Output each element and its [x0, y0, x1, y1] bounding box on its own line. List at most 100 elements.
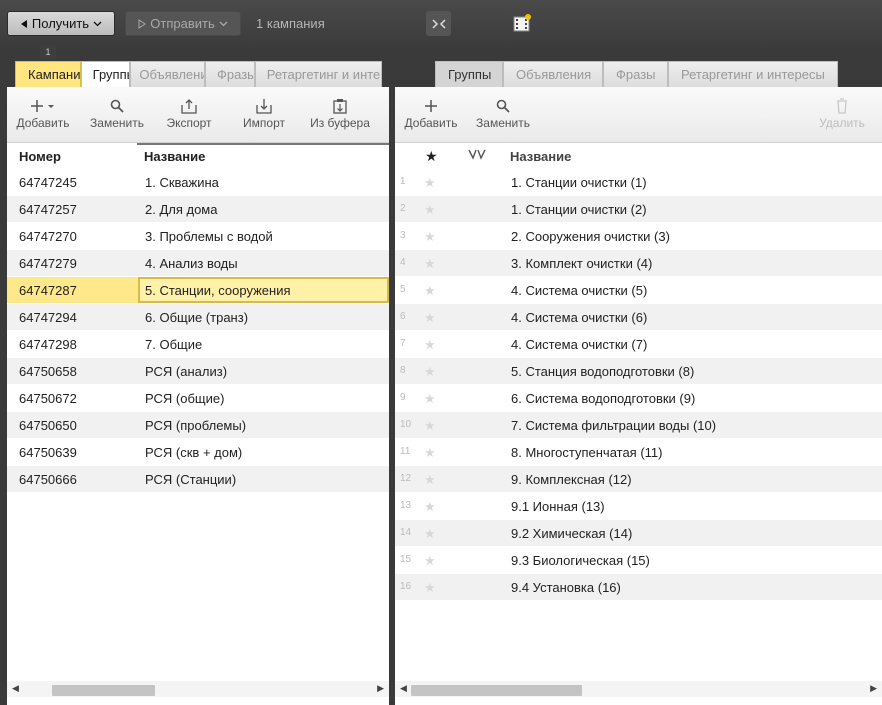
- star-icon[interactable]: ★: [424, 526, 436, 542]
- get-button[interactable]: Получить: [7, 11, 115, 36]
- right-horizontal-scrollbar[interactable]: ◀ ▶: [395, 681, 882, 697]
- campaign-number: 64747294: [19, 310, 77, 325]
- chevron-down-icon: [219, 21, 228, 26]
- table-row[interactable]: 8 ★ 5. Станция водоподготовки (8): [395, 358, 882, 385]
- star-icon[interactable]: ★: [424, 580, 436, 596]
- table-row[interactable]: 4 ★ 3. Комплект очистки (4): [395, 250, 882, 277]
- star-icon[interactable]: ★: [424, 310, 436, 326]
- replace-label: Заменить: [90, 116, 144, 130]
- star-icon[interactable]: ★: [424, 364, 436, 380]
- campaign-name: 1. Скважина: [145, 175, 219, 190]
- scroll-left-icon[interactable]: ◀: [12, 683, 19, 694]
- tab-phrases[interactable]: Фразы: [205, 61, 255, 88]
- campaign-number: 64747257: [19, 202, 77, 217]
- upload-arrow-icon: [138, 18, 147, 29]
- table-row[interactable]: 1 ★ 1. Станции очистки (1): [395, 169, 882, 196]
- scroll-right-icon[interactable]: ▶: [870, 683, 877, 694]
- groups-panel: Добавить Заменить Удалить ★ Название 1 ★ 1…: [395, 87, 882, 705]
- table-row[interactable]: 64750658 РСЯ (анализ): [7, 358, 389, 385]
- table-row[interactable]: 64750650 РСЯ (проблемы): [7, 412, 389, 439]
- table-row[interactable]: 64750672 РСЯ (общие): [7, 385, 389, 412]
- table-row[interactable]: 7 ★ 4. Система очистки (7): [395, 331, 882, 358]
- star-icon[interactable]: ★: [424, 202, 436, 218]
- status-column-icon[interactable]: [468, 148, 486, 163]
- row-number: 4: [400, 257, 406, 268]
- campaign-name: 6. Общие (транз): [145, 310, 249, 325]
- star-icon[interactable]: ★: [424, 283, 436, 299]
- tab-groups[interactable]: Группы: [80, 61, 131, 88]
- star-icon[interactable]: ★: [424, 445, 436, 461]
- tab-ads[interactable]: Объявления: [503, 61, 603, 88]
- group-name: 3. Комплект очистки (4): [511, 256, 653, 271]
- replace-button[interactable]: Заменить: [89, 97, 145, 130]
- scroll-thumb[interactable]: [52, 685, 155, 696]
- export-button[interactable]: Экспорт: [163, 97, 215, 130]
- tab-campaigns[interactable]: Кампании: [15, 61, 81, 88]
- tab-groups[interactable]: Группы: [435, 61, 503, 88]
- table-row[interactable]: 3 ★ 2. Сооружения очистки (3): [395, 223, 882, 250]
- col-name-header[interactable]: Название: [510, 149, 571, 164]
- table-row[interactable]: 11 ★ 8. Многоступенчатая (11): [395, 439, 882, 466]
- table-row[interactable]: 15 ★ 9.3 Биологическая (15): [395, 547, 882, 574]
- star-icon[interactable]: ★: [424, 472, 436, 488]
- row-number: 2: [400, 203, 406, 214]
- film-icon[interactable]: [512, 13, 532, 33]
- left-actions-toolbar: Добавить Заменить Экспорт Импорт Из буфе…: [7, 87, 389, 143]
- star-icon[interactable]: ★: [424, 553, 436, 569]
- table-row[interactable]: 64747279 4. Анализ воды: [7, 250, 389, 277]
- tab-ads[interactable]: Объявления: [130, 61, 205, 88]
- star-icon[interactable]: ★: [424, 499, 436, 515]
- table-row[interactable]: 9 ★ 6. Система водоподготовки (9): [395, 385, 882, 412]
- scroll-thumb[interactable]: [411, 685, 582, 696]
- from-clipboard-button[interactable]: Из буфера: [308, 97, 372, 130]
- table-row[interactable]: 5 ★ 4. Система очистки (5): [395, 277, 882, 304]
- table-row[interactable]: 64747245 1. Скважина: [7, 169, 389, 196]
- star-icon[interactable]: ★: [424, 256, 436, 272]
- tab-badge: 1: [40, 45, 56, 59]
- star-icon[interactable]: ★: [424, 418, 436, 434]
- selected-cell[interactable]: 5. Станции, сооружения: [138, 277, 389, 303]
- download-arrow-icon: [20, 19, 27, 28]
- row-number: 13: [400, 500, 412, 511]
- add-button[interactable]: Добавить: [403, 97, 459, 130]
- table-row[interactable]: 64747298 7. Общие: [7, 331, 389, 358]
- star-icon[interactable]: ★: [424, 337, 436, 353]
- campaign-count: 1 кампания: [256, 16, 325, 31]
- tab-phrases[interactable]: Фразы: [603, 61, 668, 88]
- table-row[interactable]: 64747294 6. Общие (транз): [7, 304, 389, 331]
- table-row[interactable]: 6 ★ 4. Система очистки (6): [395, 304, 882, 331]
- table-row[interactable]: 64747270 3. Проблемы с водой: [7, 223, 389, 250]
- tab-retargeting[interactable]: Ретаргетинг и интересы: [254, 61, 382, 88]
- row-number: 16: [400, 581, 412, 592]
- table-row[interactable]: 64750666 РСЯ (Станции): [7, 466, 389, 493]
- replace-button[interactable]: Заменить: [475, 97, 531, 130]
- add-button[interactable]: Добавить: [15, 97, 71, 130]
- star-icon[interactable]: ★: [424, 175, 436, 191]
- table-row[interactable]: 10 ★ 7. Система фильтрации воды (10): [395, 412, 882, 439]
- campaign-number: 64750672: [19, 391, 77, 406]
- table-row[interactable]: 2 ★ 1. Станции очистки (2): [395, 196, 882, 223]
- tab-retargeting[interactable]: Ретаргетинг и интересы: [668, 61, 838, 88]
- send-button[interactable]: Отправить: [125, 11, 241, 36]
- table-row[interactable]: 64747287 5. Станции, сооружения: [7, 277, 389, 304]
- import-button[interactable]: Импорт: [239, 97, 289, 130]
- group-name: 9.3 Биологическая (15): [511, 553, 650, 568]
- collapse-panels-button[interactable]: [426, 11, 451, 36]
- col-number-header[interactable]: Номер: [19, 149, 61, 164]
- delete-button[interactable]: Удалить: [815, 97, 869, 130]
- table-row[interactable]: 64750639 РСЯ (скв + дом): [7, 439, 389, 466]
- campaign-name: 5. Станции, сооружения: [145, 283, 291, 298]
- col-name-header[interactable]: Название: [144, 149, 205, 164]
- star-column-icon[interactable]: ★: [425, 148, 438, 165]
- table-row[interactable]: 13 ★ 9.1 Ионная (13): [395, 493, 882, 520]
- table-row[interactable]: 64747257 2. Для дома: [7, 196, 389, 223]
- table-row[interactable]: 16 ★ 9.4 Установка (16): [395, 574, 882, 601]
- scroll-left-icon[interactable]: ◀: [400, 683, 407, 694]
- campaigns-table-body: 64747245 1. Скважина 64747257 2. Для дома 64…: [7, 169, 389, 493]
- star-icon[interactable]: ★: [424, 391, 436, 407]
- star-icon[interactable]: ★: [424, 229, 436, 245]
- left-horizontal-scrollbar[interactable]: ◀ ▶: [7, 681, 389, 697]
- table-row[interactable]: 12 ★ 9. Комплексная (12): [395, 466, 882, 493]
- scroll-right-icon[interactable]: ▶: [377, 683, 384, 694]
- table-row[interactable]: 14 ★ 9.2 Химическая (14): [395, 520, 882, 547]
